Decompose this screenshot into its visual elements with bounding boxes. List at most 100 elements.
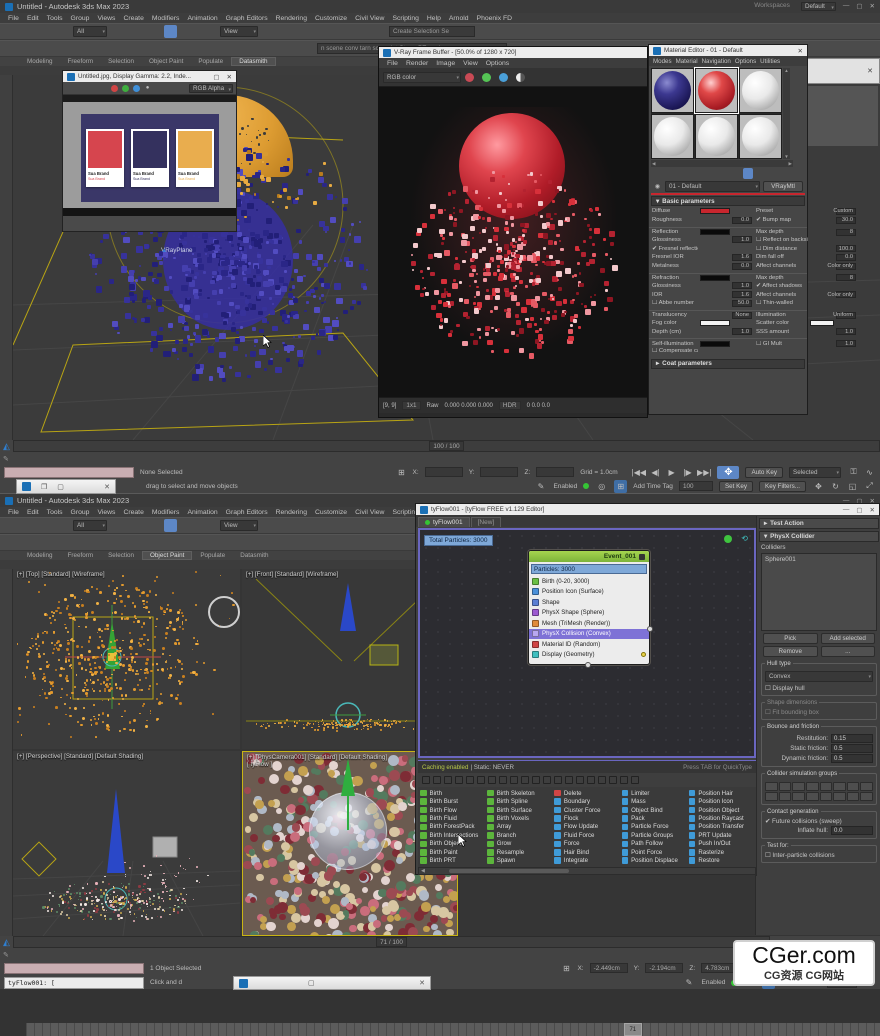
color-swatch[interactable] xyxy=(810,320,834,326)
depot-filter-icon[interactable] xyxy=(543,776,551,784)
key-icon[interactable]: ⚿ xyxy=(847,466,860,479)
ribbon-tab[interactable]: Object Paint xyxy=(150,552,184,559)
color-swatch[interactable] xyxy=(700,229,730,235)
depot-filter-icon[interactable] xyxy=(565,776,573,784)
mat-param-row[interactable]: Self-illumination ☐ GI Mult 1.0 xyxy=(649,338,807,347)
menu-item[interactable]: Edit xyxy=(27,509,39,516)
toolbar-icon[interactable] xyxy=(45,42,58,55)
depot-item[interactable]: Position Displace xyxy=(622,857,687,865)
depot-item[interactable]: Pack xyxy=(622,814,687,822)
menu-item[interactable]: Tools xyxy=(47,15,63,22)
depot-item[interactable]: Position Raycast xyxy=(689,814,754,822)
toolbar-icon[interactable] xyxy=(178,519,191,532)
depot-item[interactable]: Spawn xyxy=(487,857,552,865)
depot-item[interactable]: Birth Skeleton xyxy=(487,789,552,797)
sim-group-button[interactable] xyxy=(860,792,873,801)
material-slot[interactable] xyxy=(695,68,738,113)
mat-param-row[interactable]: Glossiness 1.0 ✔ Affect shadows xyxy=(649,281,807,290)
play-icon[interactable]: ▶ xyxy=(665,466,678,479)
toolbar-icon[interactable] xyxy=(315,25,328,38)
toolbar-icon[interactable] xyxy=(164,25,177,38)
vfb-tool-icon[interactable] xyxy=(603,72,613,82)
event-node[interactable]: Event_001 Particles: 3000 Birth (0-20, 3… xyxy=(528,550,650,665)
toolbar-icon[interactable] xyxy=(59,42,72,55)
key-filters-button[interactable]: Key Filters... xyxy=(759,481,806,492)
preview-close-icon[interactable]: ✕ xyxy=(419,979,425,987)
depot-scrollbar[interactable]: ◀ xyxy=(418,867,756,875)
display-hull-checkbox[interactable]: ☐ Display hull xyxy=(765,685,873,692)
toolbar-icon[interactable] xyxy=(287,519,300,532)
menu-item[interactable]: Rendering xyxy=(276,15,307,22)
depot-item[interactable]: Resample xyxy=(487,848,552,856)
refresh-icon[interactable]: ⟲ xyxy=(741,534,748,543)
mat-tool-icon[interactable] xyxy=(678,168,688,179)
toolbar-icon[interactable] xyxy=(143,536,156,549)
ribbon-tab[interactable]: Selection xyxy=(108,552,134,559)
mat-menu-item[interactable]: Modes xyxy=(653,58,672,65)
viewport-label[interactable]: [+] [PhysCamera001] [Standard] [Default … xyxy=(247,754,387,768)
red-channel-icon[interactable] xyxy=(111,85,118,92)
toolbar-icon[interactable] xyxy=(255,42,268,55)
toolbar-icon[interactable] xyxy=(206,25,219,38)
color-swatch[interactable] xyxy=(700,341,730,347)
event-operator[interactable]: Material ID (Random) xyxy=(529,639,649,650)
time-scrollbar[interactable]: 100 / 100 xyxy=(13,440,880,452)
toolbar-icon[interactable] xyxy=(259,25,272,38)
toolbar-icon[interactable] xyxy=(136,519,149,532)
toolbar-icon[interactable] xyxy=(73,42,86,55)
event-operator[interactable]: PhysX Collision (Convex) xyxy=(529,629,649,640)
menu-item[interactable]: Tools xyxy=(47,509,63,516)
toolbar-icon[interactable] xyxy=(287,25,300,38)
sim-group-button[interactable] xyxy=(806,792,819,801)
friction-spinner[interactable]: 0.15 xyxy=(831,734,873,743)
toolbar-icon[interactable] xyxy=(73,536,86,549)
mat-tool-icon[interactable] xyxy=(756,168,766,179)
menu-item[interactable]: Edit xyxy=(27,15,39,22)
mini-curve-icon[interactable]: ∿ xyxy=(863,466,876,479)
toolbar-icon[interactable] xyxy=(185,42,198,55)
ribbon-tab[interactable]: Populate xyxy=(198,58,223,65)
tab-new[interactable]: [New] xyxy=(471,517,502,527)
output-socket[interactable] xyxy=(647,626,653,632)
hull-type-dropdown[interactable]: Convex xyxy=(765,671,873,682)
depot-filter-icon[interactable] xyxy=(609,776,617,784)
prev-frame-icon[interactable]: ◀| xyxy=(649,466,662,479)
mat-param-row[interactable]: Fresnel IOR 1.6 Dim fall off 0.0 xyxy=(649,253,807,262)
mat-hscrollbar[interactable]: ◀▶ xyxy=(651,160,793,167)
viewer-tool-icon[interactable] xyxy=(77,84,86,93)
green-channel-icon[interactable] xyxy=(122,85,129,92)
sim-group-button[interactable] xyxy=(833,782,846,791)
maximize-viewport-icon[interactable]: ⤢ xyxy=(863,480,876,493)
toolbar-icon[interactable] xyxy=(241,536,254,549)
depot-item[interactable]: Fluid Force xyxy=(554,831,619,839)
vfb-green-toggle[interactable] xyxy=(482,73,491,82)
menu-item[interactable]: Help xyxy=(427,15,441,22)
material-slot[interactable] xyxy=(651,114,694,159)
x-field[interactable]: -2.449cm xyxy=(590,963,628,973)
toolbar-icon[interactable] xyxy=(3,536,16,549)
menu-item[interactable]: Customize xyxy=(315,509,347,516)
event-operator[interactable]: Position Icon (Surface) xyxy=(529,587,649,598)
inflate-hull-spinner[interactable]: 0.0 xyxy=(831,826,873,835)
menu-item[interactable]: Graph Editors xyxy=(226,15,268,22)
vfb-mono-toggle[interactable] xyxy=(516,73,525,82)
toolbar-icon[interactable] xyxy=(143,42,156,55)
depot-item[interactable]: Birth xyxy=(420,789,485,797)
depot-item[interactable]: Birth Burst xyxy=(420,797,485,805)
depot-item[interactable]: Rasterize xyxy=(689,848,754,856)
go-start-icon[interactable]: |◀◀ xyxy=(632,466,646,479)
mat-param-row[interactable]: IOR 1.6 Affect channels Color only xyxy=(649,290,807,299)
toolbar-icon[interactable] xyxy=(122,519,135,532)
physx-collider-rollout[interactable]: ▾PhysX Collider xyxy=(759,531,879,542)
menu-item[interactable]: Arnold xyxy=(449,15,469,22)
sim-group-button[interactable] xyxy=(806,782,819,791)
pan-icon[interactable]: ✥ xyxy=(812,480,825,493)
toolbar-icon[interactable] xyxy=(3,25,16,38)
depot-filter-icon[interactable] xyxy=(620,776,628,784)
ribbon-tab[interactable]: Datasmith xyxy=(240,552,268,559)
menu-item[interactable]: Views xyxy=(97,509,115,516)
pencil-icon[interactable]: ✎ xyxy=(534,480,547,493)
toolbar-icon[interactable] xyxy=(273,519,286,532)
toolbar-icon[interactable] xyxy=(371,519,384,532)
mat-menu-item[interactable]: Material xyxy=(676,58,698,65)
